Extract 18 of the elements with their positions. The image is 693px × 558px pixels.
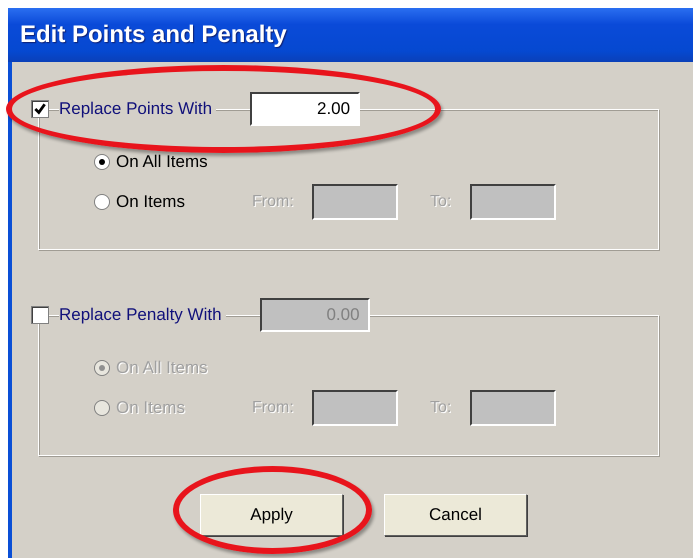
- radio-button[interactable]: [94, 360, 110, 376]
- radio-button[interactable]: [94, 400, 110, 416]
- to-field[interactable]: [470, 184, 556, 220]
- window-title: Edit Points and Penalty: [20, 21, 287, 49]
- checkbox[interactable]: [31, 100, 49, 118]
- checkbox-label[interactable]: Replace Penalty With: [59, 305, 226, 325]
- radio-label[interactable]: On All Items: [116, 152, 208, 172]
- from-field[interactable]: [312, 184, 398, 220]
- value-field[interactable]: 2.00: [250, 92, 360, 126]
- radio-button[interactable]: [94, 154, 110, 170]
- radio-button[interactable]: [94, 194, 110, 210]
- apply-button[interactable]: Apply: [200, 494, 343, 536]
- from-field[interactable]: [312, 390, 398, 426]
- cancel-button[interactable]: Cancel: [384, 494, 527, 536]
- to-field[interactable]: [470, 390, 556, 426]
- radio-label[interactable]: On Items: [116, 192, 185, 212]
- checkbox[interactable]: [31, 306, 49, 324]
- checkbox-label[interactable]: Replace Points With: [59, 99, 216, 119]
